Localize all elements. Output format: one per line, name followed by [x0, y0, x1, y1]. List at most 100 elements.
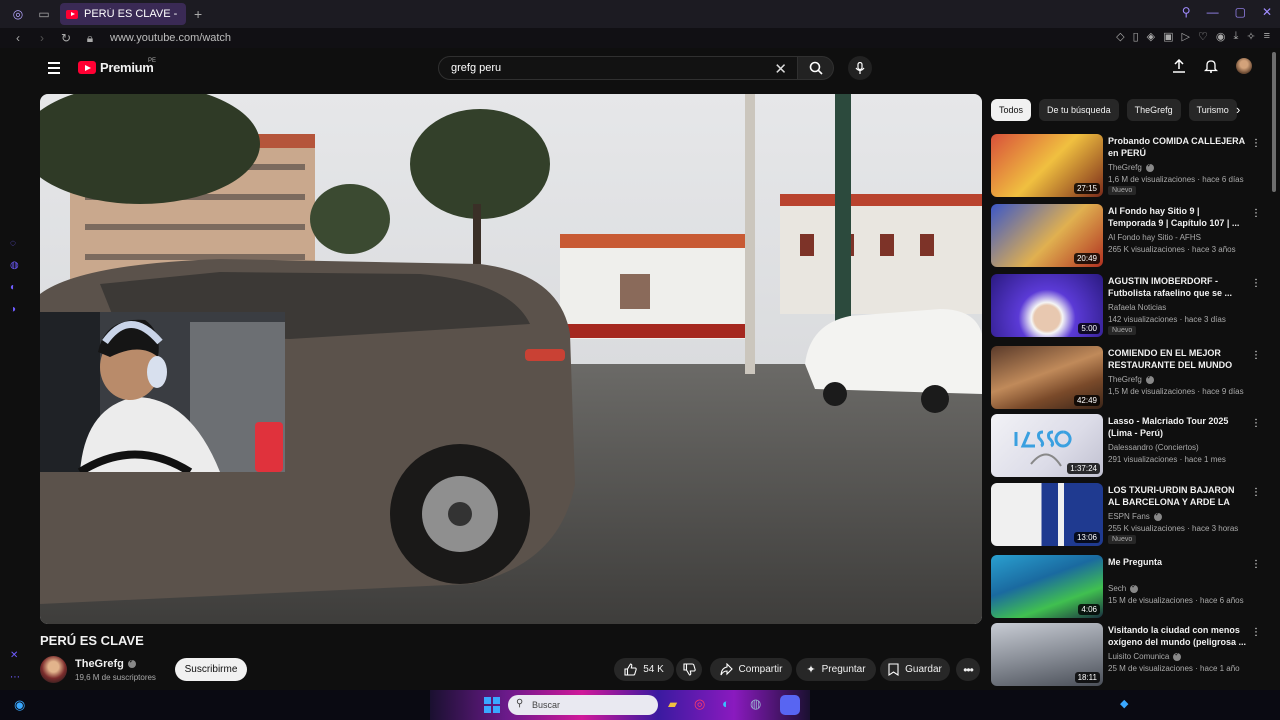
- recommendation-channel-text[interactable]: Sech: [1108, 584, 1126, 593]
- recommendation-channel-text[interactable]: Rafaela Noticias: [1108, 303, 1166, 312]
- video-thumbnail[interactable]: 1:37:24: [991, 414, 1103, 477]
- ask-button[interactable]: ✦ Preguntar: [796, 658, 876, 681]
- recommendation-title[interactable]: Lasso - Malcriado Tour 2025 (Lima - Perú…: [1108, 415, 1248, 439]
- more-vertical-icon[interactable]: ⋮: [1251, 627, 1261, 638]
- clear-search-icon[interactable]: ✕: [774, 60, 787, 78]
- more-vertical-icon[interactable]: ⋮: [1251, 138, 1261, 149]
- menu-icon[interactable]: ≡: [1264, 30, 1270, 43]
- recommendation-item[interactable]: 1:37:24 Lasso - Malcriado Tour 2025 (Lim…: [991, 414, 1261, 478]
- more-actions-button[interactable]: •••: [956, 658, 980, 681]
- recommendation-item[interactable]: 5:00 AGUSTIN IMOBERDORF - Futbolista raf…: [991, 274, 1261, 338]
- new-tab-icon[interactable]: +: [194, 6, 202, 22]
- more-vertical-icon[interactable]: ⋮: [1251, 350, 1261, 361]
- minimize-icon[interactable]: —: [1207, 5, 1219, 19]
- file-explorer-icon[interactable]: ▰: [668, 697, 677, 711]
- save-button[interactable]: Guardar: [880, 658, 950, 681]
- edge-taskbar-icon[interactable]: ◐: [722, 696, 730, 711]
- extension-icon[interactable]: ◇: [1116, 30, 1124, 43]
- chip-de-tu-busqueda[interactable]: De tu búsqueda: [1039, 99, 1119, 121]
- voice-search-button[interactable]: [848, 56, 872, 80]
- tab-menu-icon[interactable]: ▭: [36, 6, 52, 22]
- user-avatar[interactable]: [1236, 58, 1252, 74]
- close-icon[interactable]: ✕: [1262, 5, 1272, 19]
- video-thumbnail[interactable]: 42:49: [991, 346, 1103, 409]
- opera-gx-taskbar-icon[interactable]: ◎: [694, 696, 705, 712]
- video-thumbnail[interactable]: 5:00: [991, 274, 1103, 337]
- recommendation-title[interactable]: Me Pregunta: [1108, 556, 1248, 568]
- recommendation-item[interactable]: 27:15 Probando COMIDA CALLEJERA en PERÚ …: [991, 134, 1261, 198]
- reload-icon[interactable]: ↻: [60, 31, 72, 45]
- back-icon[interactable]: ‹: [12, 31, 24, 45]
- video-thumbnail[interactable]: 20:49: [991, 204, 1103, 267]
- sidebar-player-icon[interactable]: ◐: [10, 282, 16, 293]
- search-input[interactable]: [451, 62, 751, 74]
- more-vertical-icon[interactable]: ⋮: [1251, 559, 1261, 570]
- discord-taskbar-icon[interactable]: [780, 695, 800, 715]
- share-button[interactable]: Compartir: [710, 658, 792, 681]
- chip-thegrefg[interactable]: TheGrefg: [1126, 99, 1181, 121]
- heart-icon[interactable]: ♡: [1198, 30, 1208, 43]
- recommendation-channel-text[interactable]: Luisito Comunica: [1108, 652, 1169, 661]
- video-thumbnail[interactable]: 4:06: [991, 555, 1103, 618]
- chip-todos[interactable]: Todos: [991, 99, 1032, 121]
- search-button[interactable]: [798, 56, 834, 80]
- recommendation-channel-text[interactable]: TheGrefg: [1108, 163, 1142, 172]
- recommendation-item[interactable]: 13:06 LOS TXURI-URDIN BAJARON AL BARCELO…: [991, 483, 1261, 547]
- recommendation-title[interactable]: COMIENDO EN EL MEJOR RESTAURANTE DEL MUN…: [1108, 347, 1248, 371]
- recommendation-title[interactable]: AGUSTIN IMOBERDORF - Futbolista rafaelin…: [1108, 275, 1248, 299]
- taskbar-search[interactable]: ⚲ Buscar: [508, 695, 658, 715]
- windows-start-icon[interactable]: [484, 697, 500, 713]
- recommendation-channel-text[interactable]: Al Fondo hay Sitio - AFHS: [1108, 233, 1201, 242]
- recommendation-item[interactable]: 20:49 Al Fondo hay Sitio 9 | Temporada 9…: [991, 204, 1261, 268]
- more-vertical-icon[interactable]: ⋮: [1251, 487, 1261, 498]
- video-thumbnail[interactable]: 18:11: [991, 623, 1103, 686]
- chevron-right-icon[interactable]: ›: [1236, 102, 1240, 117]
- play-icon[interactable]: ▷: [1182, 30, 1190, 43]
- like-button[interactable]: 54 K: [614, 658, 674, 681]
- camera-icon[interactable]: ◉: [1216, 30, 1226, 43]
- recommendation-title[interactable]: Al Fondo hay Sitio 9 | Temporada 9 | Cap…: [1108, 205, 1248, 229]
- recommendation-channel-text[interactable]: ESPN Fans: [1108, 512, 1150, 521]
- sidebar-more-icon[interactable]: ⋯: [10, 672, 20, 683]
- more-vertical-icon[interactable]: ⋮: [1251, 208, 1261, 219]
- maximize-icon[interactable]: ▢: [1235, 5, 1246, 19]
- opera-logo-icon[interactable]: ◎: [10, 6, 26, 22]
- channel-name[interactable]: TheGrefg: [75, 657, 136, 670]
- guide-menu-icon[interactable]: [48, 62, 60, 74]
- more-vertical-icon[interactable]: ⋮: [1251, 278, 1261, 289]
- recommendation-channel-text[interactable]: TheGrefg: [1108, 375, 1142, 384]
- taskbar-widget-icon[interactable]: ◉: [14, 697, 25, 713]
- sidebar-history-icon[interactable]: ◑: [10, 304, 16, 315]
- more-vertical-icon[interactable]: ⋮: [1251, 418, 1261, 429]
- tray-icon[interactable]: ◆: [1120, 697, 1128, 710]
- youtube-logo[interactable]: Premium PE: [78, 58, 156, 75]
- video-thumbnail[interactable]: 27:15: [991, 134, 1103, 197]
- forward-icon[interactable]: ›: [36, 31, 48, 45]
- sidebar-gx-icon[interactable]: ✕: [10, 650, 18, 661]
- upload-icon[interactable]: [1172, 59, 1186, 73]
- url-field[interactable]: www.youtube.com/watch: [110, 32, 231, 44]
- sidebar-messenger-icon[interactable]: ◍: [10, 260, 19, 271]
- channel-avatar[interactable]: [40, 656, 67, 683]
- steam-taskbar-icon[interactable]: ◍: [750, 696, 761, 712]
- browser-tab-active[interactable]: PERÚ ES CLAVE - YouTube: [60, 3, 186, 25]
- notifications-bell-icon[interactable]: [1204, 59, 1218, 73]
- bookmark-icon[interactable]: ▯: [1133, 30, 1139, 43]
- recommendation-item[interactable]: 18:11 Visitando la ciudad con menos oxíg…: [991, 623, 1261, 687]
- ai-icon[interactable]: ✧: [1246, 30, 1255, 43]
- video-player[interactable]: [40, 94, 982, 624]
- download-icon[interactable]: ⤓: [1233, 30, 1238, 43]
- recommendation-title[interactable]: Visitando la ciudad con menos oxígeno de…: [1108, 624, 1248, 648]
- recommendation-title[interactable]: LOS TXURI-URDIN BAJARON AL BARCELONA Y A…: [1108, 484, 1248, 508]
- search-tabs-icon[interactable]: ⚲: [1182, 5, 1191, 19]
- page-scrollbar[interactable]: [1272, 52, 1276, 192]
- video-thumbnail[interactable]: 13:06: [991, 483, 1103, 546]
- chip-turismo[interactable]: Turismo: [1188, 99, 1237, 121]
- dislike-button[interactable]: [676, 658, 702, 681]
- recommendation-item[interactable]: 42:49 COMIENDO EN EL MEJOR RESTAURANTE D…: [991, 346, 1261, 410]
- wallet-icon[interactable]: ▣: [1163, 30, 1173, 43]
- recommendation-channel-text[interactable]: Dalessandro (Conciertos): [1108, 443, 1199, 452]
- sidebar-aria-icon[interactable]: ◌: [10, 238, 16, 249]
- shield-icon[interactable]: ◈: [1147, 30, 1155, 43]
- recommendation-title[interactable]: Probando COMIDA CALLEJERA en PERÚ: [1108, 135, 1248, 159]
